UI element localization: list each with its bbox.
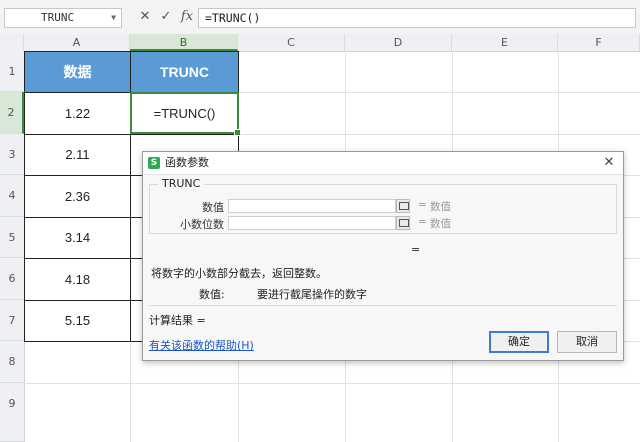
row-header-7[interactable]: 7 — [0, 300, 24, 341]
column-header-b[interactable]: B — [130, 34, 238, 51]
cell-a4[interactable]: 2.36 — [24, 175, 131, 218]
column-header-c[interactable]: C — [238, 34, 345, 51]
arg-input-digits[interactable] — [228, 216, 396, 230]
formula-input[interactable]: =TRUNC() — [198, 8, 636, 28]
range-select-icon[interactable] — [396, 216, 410, 230]
active-cell-border — [130, 92, 241, 136]
name-box[interactable]: TRUNC ▼ — [4, 8, 122, 28]
help-link[interactable]: 有关该函数的帮助(H) — [149, 337, 254, 353]
arg-label-number: 数值 — [202, 201, 224, 214]
row-header-2[interactable]: 2 — [0, 92, 24, 134]
cell-a1[interactable]: 数据 — [24, 51, 131, 93]
range-select-icon[interactable] — [396, 199, 410, 213]
dialog-titlebar[interactable]: S 函数参数 ✕ — [143, 152, 623, 175]
arg-result-digits: 数值 — [430, 218, 451, 230]
select-all-corner[interactable] — [0, 34, 24, 51]
chevron-down-icon[interactable]: ▼ — [111, 9, 116, 27]
row-header-3[interactable]: 3 — [0, 134, 24, 175]
column-header-e[interactable]: E — [452, 34, 558, 51]
arg-label-digits: 小数位数 — [180, 218, 224, 231]
function-description: 将数字的小数部分截去，返回整数。 — [151, 267, 327, 280]
name-box-value: TRUNC — [41, 11, 75, 24]
cancel-button[interactable]: 取消 — [557, 331, 617, 353]
function-arguments-dialog: S 函数参数 ✕ TRUNC 数值 = 数值 小数位数 = 数值 = 将数字的小… — [142, 151, 624, 361]
cell-a3[interactable]: 2.11 — [24, 134, 131, 176]
cell-a7[interactable]: 5.15 — [24, 300, 131, 342]
grid-line — [24, 383, 640, 384]
formula-bar: TRUNC ▼ ✕ ✓ fx =TRUNC() — [0, 0, 640, 35]
arg-eq: = — [418, 199, 427, 211]
check-icon[interactable]: ✓ — [157, 7, 175, 27]
function-name-label: TRUNC — [158, 177, 205, 190]
row-headers: 1 2 3 4 5 6 7 8 9 — [0, 51, 25, 442]
cell-b1[interactable]: TRUNC — [130, 51, 239, 93]
arguments-group: TRUNC 数值 = 数值 小数位数 = 数值 — [149, 177, 617, 234]
cell-a5[interactable]: 3.14 — [24, 217, 131, 259]
cell-a6[interactable]: 4.18 — [24, 258, 131, 301]
cancel-icon[interactable]: ✕ — [136, 7, 154, 27]
row-header-6[interactable]: 6 — [0, 258, 24, 300]
row-header-9[interactable]: 9 — [0, 383, 24, 442]
cell-a2[interactable]: 1.22 — [24, 92, 131, 135]
ok-button[interactable]: 确定 — [489, 331, 549, 353]
fx-icon[interactable]: fx — [178, 7, 196, 27]
arg-result-number: 数值 — [430, 201, 451, 213]
row-header-1[interactable]: 1 — [0, 51, 24, 92]
column-headers: A B C D E F — [0, 34, 640, 52]
formula-result-eq: = — [411, 243, 421, 256]
column-header-f[interactable]: F — [558, 34, 640, 51]
arg-input-number[interactable] — [228, 199, 396, 213]
param-description: 要进行截尾操作的数字 — [257, 288, 367, 301]
row-header-4[interactable]: 4 — [0, 175, 24, 217]
row-header-8[interactable]: 8 — [0, 341, 24, 383]
close-icon[interactable]: ✕ — [601, 154, 617, 172]
dialog-title: 函数参数 — [165, 156, 209, 169]
calc-result: 计算结果 = — [149, 314, 206, 327]
column-header-d[interactable]: D — [345, 34, 452, 51]
dialog-divider — [149, 305, 617, 306]
fill-handle[interactable] — [234, 129, 241, 136]
arg-eq: = — [418, 216, 427, 228]
param-name: 数值: — [199, 288, 225, 301]
column-header-a[interactable]: A — [24, 34, 130, 51]
app-logo-icon: S — [148, 157, 160, 169]
row-header-5[interactable]: 5 — [0, 217, 24, 258]
